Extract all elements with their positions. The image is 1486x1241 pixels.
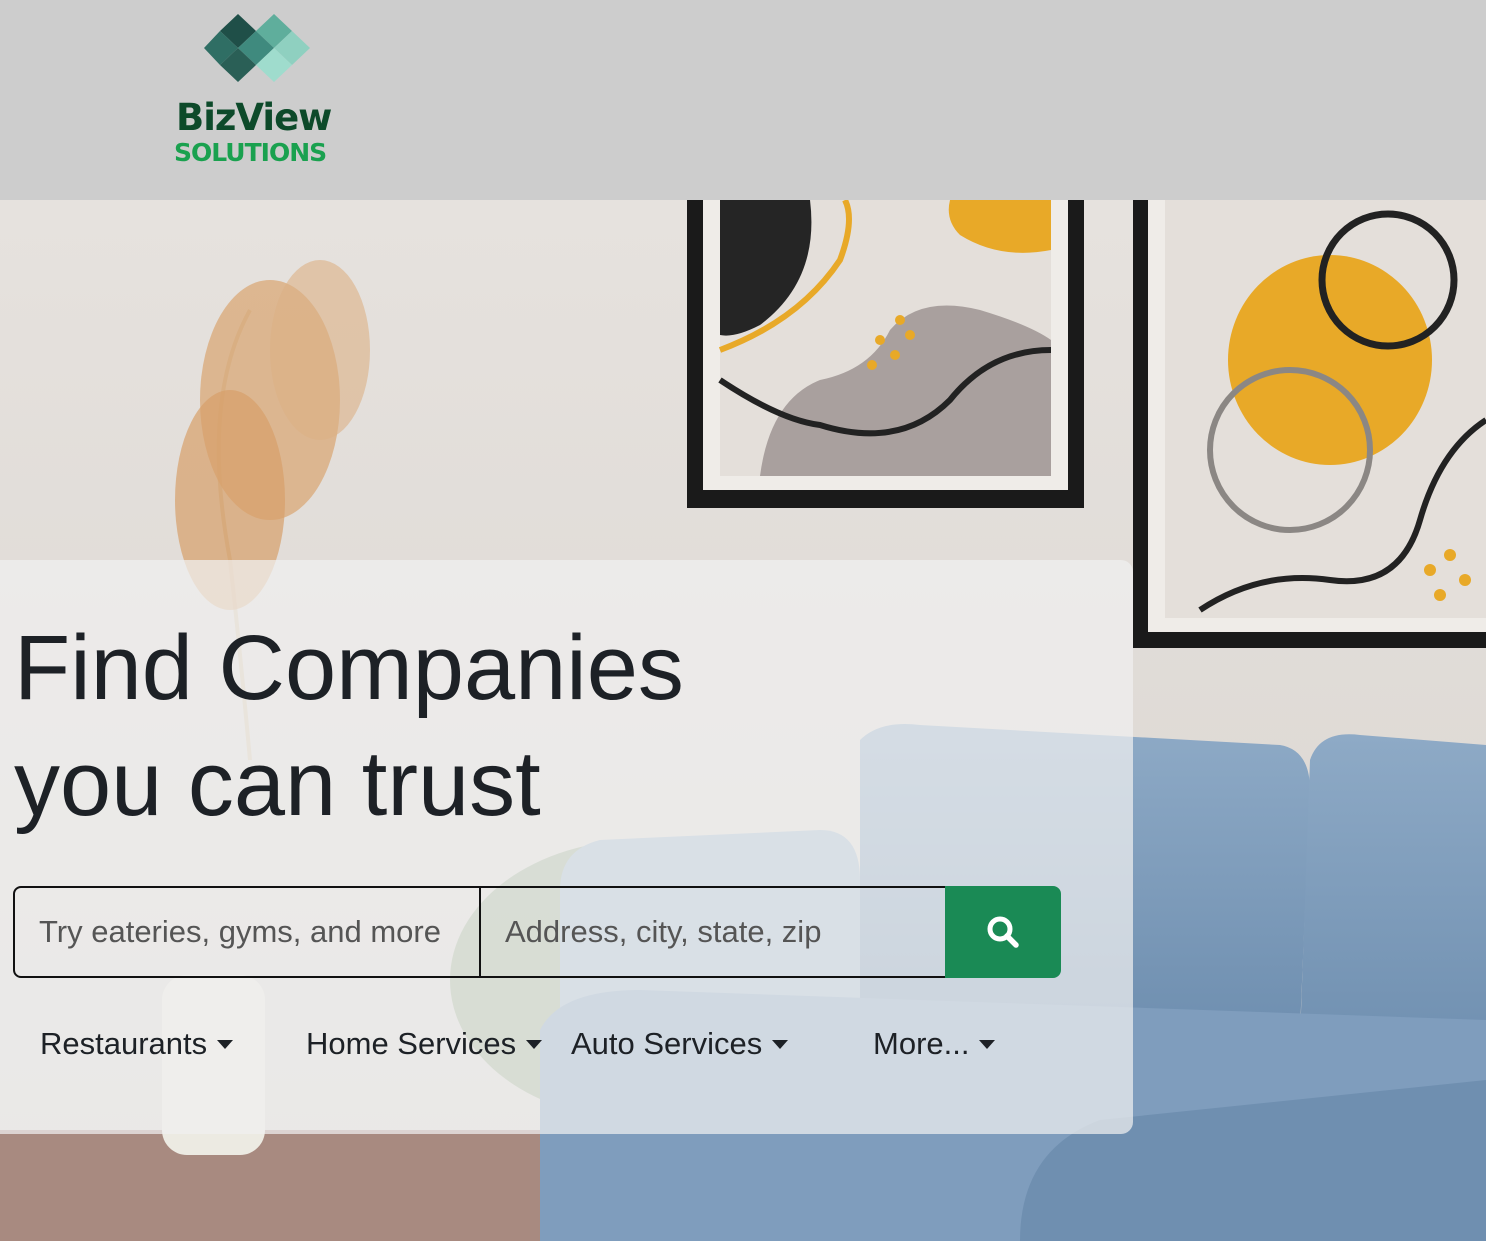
hero-title-line2: you can trust [14, 733, 541, 835]
caret-down-icon [217, 1039, 234, 1049]
hero-section: Find Companies you can trust Restaurants [0, 200, 1486, 1241]
what-search-field [13, 886, 481, 978]
category-more-dropdown[interactable]: More... [873, 1026, 996, 1062]
what-search-input[interactable] [15, 901, 479, 963]
category-label: Auto Services [571, 1026, 763, 1061]
category-home-services-dropdown[interactable]: Home Services [306, 1026, 543, 1062]
category-auto-services-dropdown[interactable]: Auto Services [571, 1026, 789, 1062]
site-header: BizView SOLUTIONS [0, 0, 1486, 200]
location-search-input[interactable] [481, 901, 945, 963]
category-label: Restaurants [40, 1026, 208, 1061]
category-restaurants-dropdown[interactable]: Restaurants [40, 1026, 234, 1062]
search-button[interactable] [945, 886, 1061, 978]
brand-logo[interactable]: BizView SOLUTIONS [172, 14, 344, 174]
logo-tagline: SOLUTIONS [174, 138, 327, 167]
where-search-field [479, 886, 947, 978]
category-label: Home Services [306, 1026, 517, 1061]
caret-down-icon [979, 1039, 996, 1049]
category-nav: Restaurants Home Services Auto Services … [0, 1026, 1133, 1076]
hero-title: Find Companies you can trust [14, 610, 684, 842]
logo-wordmark: BizView [176, 96, 332, 139]
category-label: More... [873, 1026, 970, 1061]
search-icon [987, 916, 1019, 948]
caret-down-icon [526, 1039, 543, 1049]
search-bar [13, 886, 1061, 978]
hero-title-line1: Find Companies [14, 617, 684, 719]
logo-diamond-icon [204, 14, 310, 82]
hero-overlay-panel: Find Companies you can trust Restaurants [0, 560, 1133, 1134]
caret-down-icon [772, 1039, 789, 1049]
